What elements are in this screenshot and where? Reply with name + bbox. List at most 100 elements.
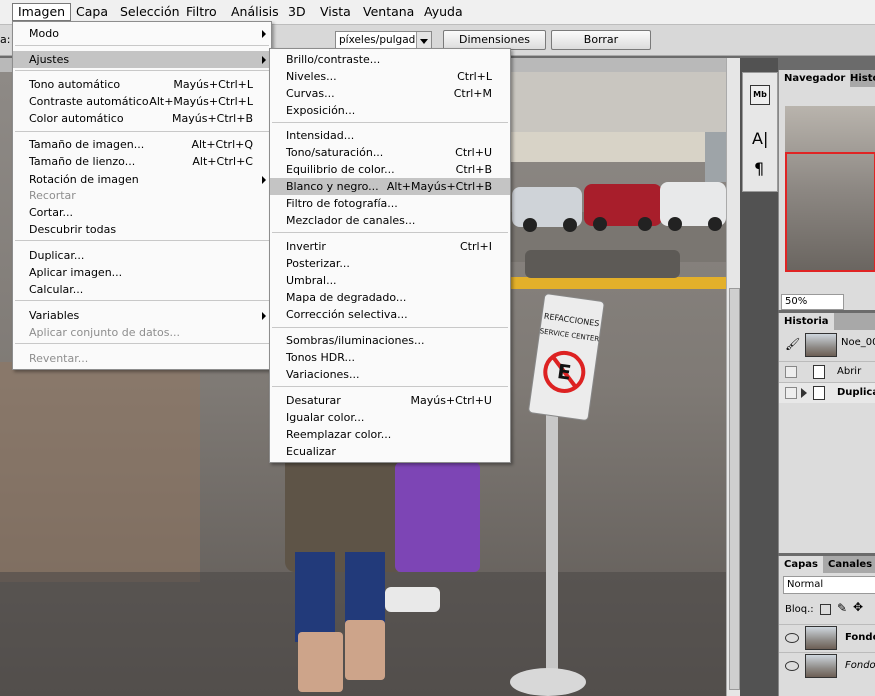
menu-item-label: Sombras/iluminaciones... <box>286 334 425 347</box>
vertical-scrollbar[interactable] <box>726 58 741 696</box>
menu-item-aplicar-imagen[interactable]: Aplicar imagen... <box>13 264 271 281</box>
clear-button[interactable]: Borrar <box>551 30 651 50</box>
menu-item-tono-automatico[interactable]: Tono automático Mayús+Ctrl+L <box>13 76 271 93</box>
menu-item-label: Aplicar conjunto de datos... <box>29 326 180 339</box>
ajustes-submenu: Brillo/contraste... Niveles... Ctrl+L Curva… <box>269 48 511 463</box>
mini-bridge-icon[interactable]: Mb <box>750 85 770 105</box>
eye-icon[interactable] <box>785 633 799 643</box>
snapshot-thumbnail <box>805 333 837 357</box>
menu-item-label: Filtro de fotografía... <box>286 197 398 210</box>
menu-seleccion[interactable]: Selección <box>115 3 185 21</box>
tab-historial[interactable]: Histo <box>845 70 875 87</box>
menu-item-tamano-de-lienzo[interactable]: Tamaño de lienzo... Alt+Ctrl+C <box>13 153 271 170</box>
menu-item-tonos-hdr[interactable]: Tonos HDR... <box>270 349 510 366</box>
menu-item-invertir[interactable]: Invertir Ctrl+I <box>270 238 510 255</box>
blend-mode-select[interactable]: Normal <box>783 576 875 594</box>
eye-icon[interactable] <box>785 661 799 671</box>
lock-transparent-icon[interactable] <box>820 604 831 615</box>
tab-navegador[interactable]: Navegador <box>779 70 851 87</box>
history-step-label: Abrir <box>837 366 862 377</box>
menu-item-shortcut: Alt+Mayús+Ctrl+B <box>386 180 492 193</box>
menu-item-modo[interactable]: Modo <box>13 25 271 42</box>
menu-item-curvas[interactable]: Curvas... Ctrl+M <box>270 85 510 102</box>
menu-filtro[interactable]: Filtro <box>181 3 222 21</box>
menu-item-sombras-iluminaciones[interactable]: Sombras/iluminaciones... <box>270 332 510 349</box>
menu-item-correccion-selectiva[interactable]: Corrección selectiva... <box>270 306 510 323</box>
menu-item-contraste-automatico[interactable]: Contraste automático Alt+Mayús+Ctrl+L <box>13 93 271 110</box>
tab-capas[interactable]: Capas <box>779 556 823 573</box>
menu-item-label: Tamaño de lienzo... <box>29 155 136 168</box>
history-source-checkbox[interactable] <box>785 366 797 378</box>
navigator-preview[interactable] <box>785 106 875 272</box>
menu-item-shortcut: Ctrl+M <box>453 87 492 100</box>
menu-item-umbral[interactable]: Umbral... <box>270 272 510 289</box>
menu-item-rotacion-de-imagen[interactable]: Rotación de imagen <box>13 171 271 188</box>
menu-item-aplicar-conjunto-de-datos: Aplicar conjunto de datos... <box>13 324 271 341</box>
menu-item-label: Aplicar imagen... <box>29 266 123 279</box>
lock-move-icon[interactable]: ✥ <box>853 600 863 614</box>
menu-item-intensidad[interactable]: Intensidad... <box>270 127 510 144</box>
menu-item-label: Recortar <box>29 189 76 202</box>
menu-item-exposicion[interactable]: Exposición... <box>270 102 510 119</box>
menu-separator <box>15 70 269 71</box>
history-step[interactable]: Duplicar <box>779 382 875 403</box>
menu-ventana[interactable]: Ventana <box>358 3 419 21</box>
menu-item-shortcut: Mayús+Ctrl+B <box>172 112 253 125</box>
menu-item-label: Igualar color... <box>286 411 365 424</box>
navigator-view-box[interactable] <box>785 152 875 272</box>
history-source-checkbox[interactable] <box>785 387 797 399</box>
menu-capa[interactable]: Capa <box>71 3 113 21</box>
menu-item-mapa-de-degradado[interactable]: Mapa de degradado... <box>270 289 510 306</box>
chevron-down-icon[interactable] <box>416 32 431 49</box>
menu-item-variaciones[interactable]: Variaciones... <box>270 366 510 383</box>
menu-item-tono-saturacion[interactable]: Tono/saturación... Ctrl+U <box>270 144 510 161</box>
menu-item-reemplazar-color[interactable]: Reemplazar color... <box>270 426 510 443</box>
scroll-thumb[interactable] <box>729 288 740 690</box>
dimensions-button[interactable]: Dimensiones <box>443 30 546 50</box>
menu-item-equilibrio-de-color[interactable]: Equilibrio de color... Ctrl+B <box>270 161 510 178</box>
menu-item-color-automatico[interactable]: Color automático Mayús+Ctrl+B <box>13 110 271 127</box>
menu-item-blanco-y-negro[interactable]: Blanco y negro... Alt+Mayús+Ctrl+B <box>270 178 510 195</box>
lock-brush-icon[interactable]: ✎ <box>837 601 847 615</box>
menu-item-brillo-contraste[interactable]: Brillo/contraste... <box>270 51 510 68</box>
menu-vista[interactable]: Vista <box>315 3 356 21</box>
resolution-unit-value: píxeles/pulgada <box>339 34 422 46</box>
menu-item-label: Ecualizar <box>286 445 336 458</box>
menu-item-filtro-de-fotografia[interactable]: Filtro de fotografía... <box>270 195 510 212</box>
menu-item-calcular[interactable]: Calcular... <box>13 281 271 298</box>
menu-item-cortar[interactable]: Cortar... <box>13 204 271 221</box>
menu-item-reventar: Reventar... <box>13 350 271 367</box>
menu-item-tamano-de-imagen[interactable]: Tamaño de imagen... Alt+Ctrl+Q <box>13 136 271 153</box>
menu-item-mezclador-de-canales[interactable]: Mezclador de canales... <box>270 212 510 229</box>
menu-3d[interactable]: 3D <box>283 3 311 21</box>
menu-item-igualar-color[interactable]: Igualar color... <box>270 409 510 426</box>
layer-row[interactable]: Fondo <box>779 652 875 679</box>
menu-item-niveles[interactable]: Niveles... Ctrl+L <box>270 68 510 85</box>
character-icon[interactable]: A| <box>752 129 768 148</box>
tab-historia[interactable]: Historia <box>779 313 834 330</box>
tab-canales[interactable]: Canales <box>823 556 875 573</box>
zoom-field[interactable]: 50% <box>781 294 844 310</box>
menu-item-ajustes[interactable]: Ajustes <box>13 51 271 68</box>
menu-item-duplicar[interactable]: Duplicar... <box>13 247 271 264</box>
menu-item-desaturar[interactable]: Desaturar Mayús+Ctrl+U <box>270 392 510 409</box>
menu-analisis[interactable]: Análisis <box>226 3 284 21</box>
paragraph-icon[interactable]: ¶ <box>754 159 764 178</box>
layer-thumbnail <box>805 626 837 650</box>
history-step[interactable]: Abrir <box>779 361 875 382</box>
menu-separator <box>15 300 269 301</box>
history-step-label: Duplicar <box>837 387 875 398</box>
menu-item-posterizar[interactable]: Posterizar... <box>270 255 510 272</box>
menu-ayuda[interactable]: Ayuda <box>419 3 468 21</box>
menu-item-descubrir-todas[interactable]: Descubrir todas <box>13 221 271 238</box>
menu-item-label: Niveles... <box>286 70 337 83</box>
history-state-arrow-icon <box>801 388 807 398</box>
menu-item-variables[interactable]: Variables <box>13 307 271 324</box>
layer-row[interactable]: Fondo <box>779 624 875 651</box>
menu-separator <box>272 327 508 328</box>
menu-item-ecualizar[interactable]: Ecualizar <box>270 443 510 460</box>
history-snapshot[interactable]: 🖌 Noe_00 <box>779 331 875 357</box>
menu-imagen[interactable]: Imagen <box>12 3 72 21</box>
layers-panel: Capas Canales Normal Bloq.: ✎ ✥ Fondo Fo… <box>778 556 875 696</box>
menu-item-label: Mezclador de canales... <box>286 214 416 227</box>
